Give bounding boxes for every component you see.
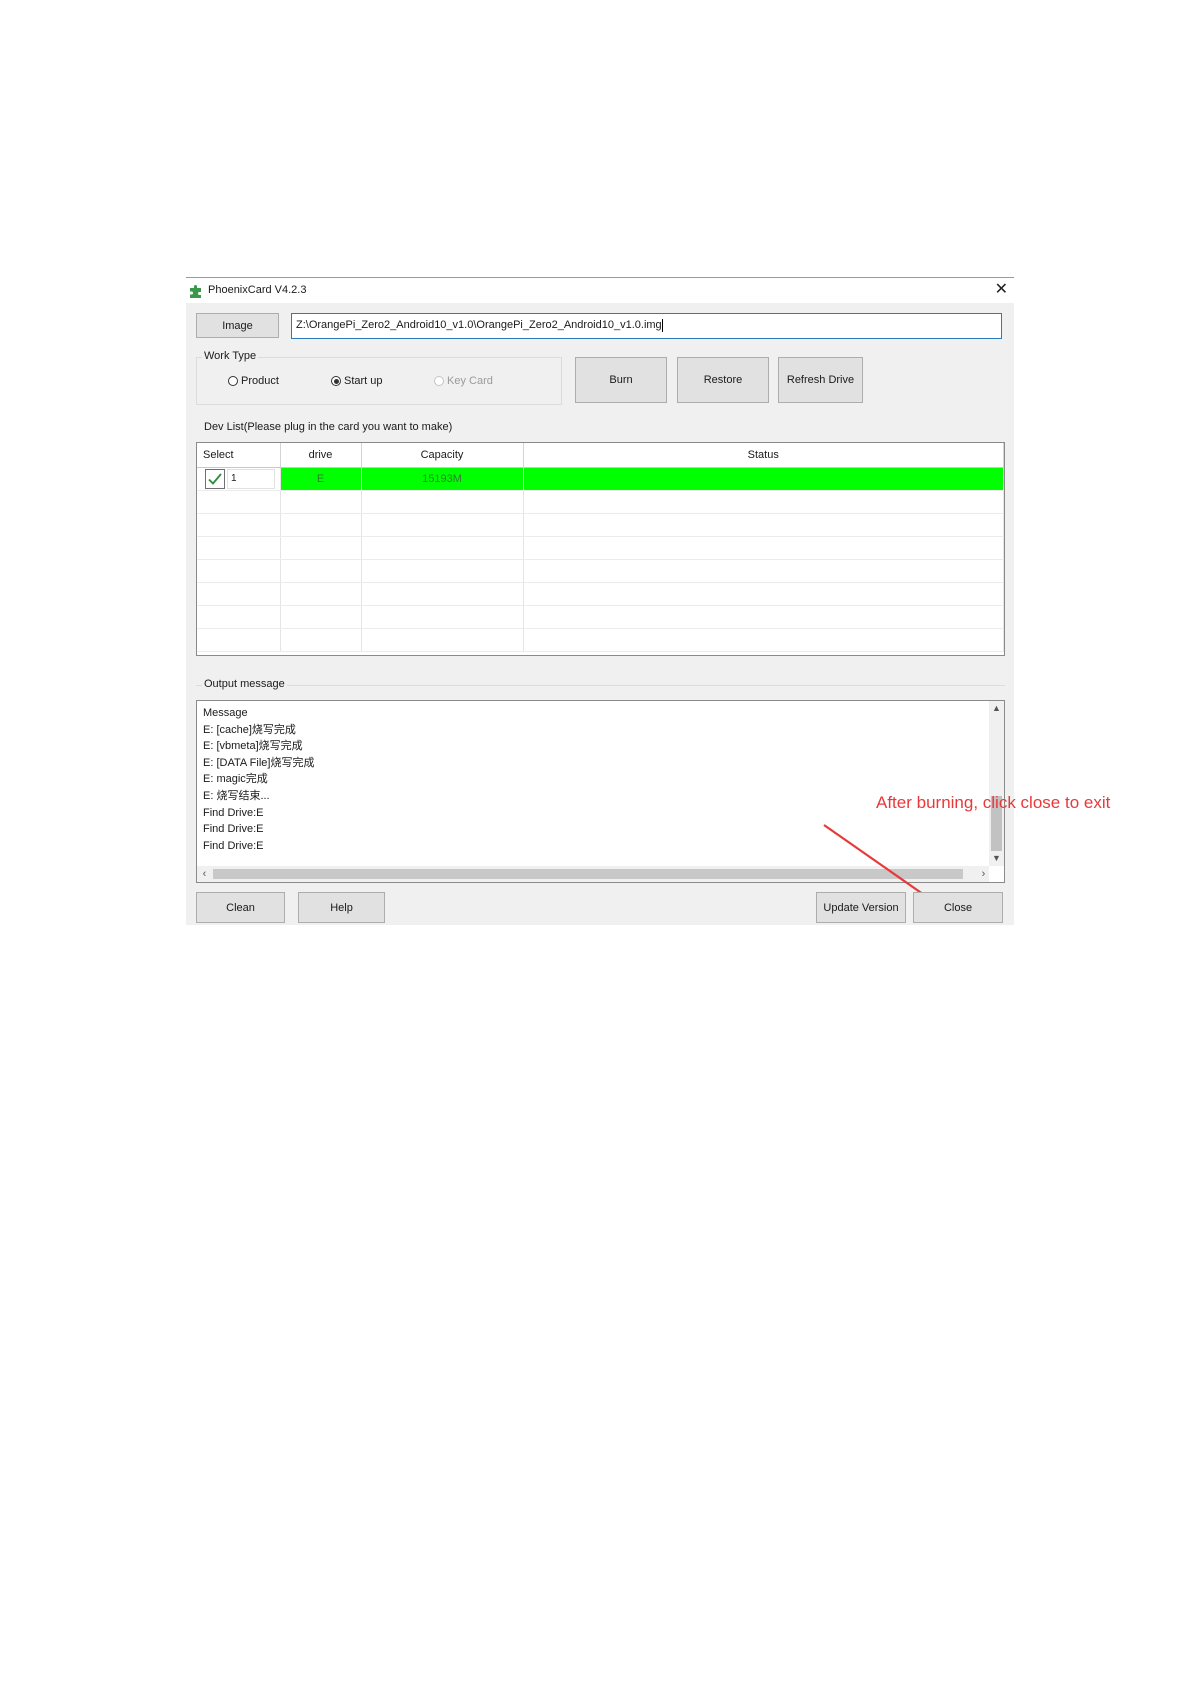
column-header-select[interactable]: Select <box>197 443 281 468</box>
table-row-empty <box>197 513 1004 537</box>
output-line: Find Drive:E <box>203 839 264 852</box>
title-bar: PhoenixCard V4.2.3 ✕ <box>186 278 1014 303</box>
scroll-right-icon[interactable]: › <box>976 866 991 882</box>
table-row-empty <box>197 490 1004 514</box>
radio-start-up-label: Start up <box>344 375 383 387</box>
text-caret <box>661 318 663 332</box>
table-row[interactable]: 1 E 15193M <box>197 467 1004 491</box>
capacity-cell: 15193M <box>361 467 524 491</box>
radio-start-up-indicator <box>331 376 341 386</box>
output-group-line <box>196 685 1005 686</box>
annotation-text: After burning, click close to exit <box>876 793 1111 812</box>
restore-button[interactable]: Restore <box>677 357 769 403</box>
scroll-up-icon[interactable]: ▲ <box>989 701 1004 716</box>
window-title: PhoenixCard V4.2.3 <box>208 284 307 296</box>
close-button[interactable]: Close <box>913 892 1003 923</box>
table-row-empty <box>197 559 1004 583</box>
radio-key-card-indicator <box>434 376 444 386</box>
dev-list-label: Dev List(Please plug in the card you wan… <box>202 421 455 433</box>
table-header-row: Select drive Capacity Status <box>197 443 1004 468</box>
column-header-status[interactable]: Status <box>523 443 1004 468</box>
horizontal-scrollbar[interactable]: ‹ › <box>197 866 989 882</box>
output-line: E: [DATA File]烧写完成 <box>203 756 315 769</box>
puzzle-piece-icon <box>190 285 201 298</box>
table-row-empty <box>197 536 1004 560</box>
output-line: E: [vbmeta]烧写完成 <box>203 740 303 753</box>
radio-product-label: Product <box>241 375 279 387</box>
phoenixcard-window: PhoenixCard V4.2.3 ✕ Image Z:\OrangePi_Z… <box>186 277 1110 925</box>
select-cell[interactable]: 1 <box>197 467 281 491</box>
vertical-scrollbar[interactable]: ▲ ▼ <box>989 701 1004 866</box>
output-line: Message <box>203 707 248 719</box>
window-close-icon[interactable]: ✕ <box>995 278 1008 302</box>
help-button[interactable]: Help <box>298 892 385 923</box>
radio-key-card[interactable]: Key Card <box>434 375 493 387</box>
clean-button[interactable]: Clean <box>196 892 285 923</box>
update-version-button[interactable]: Update Version <box>816 892 906 923</box>
horizontal-scroll-thumb[interactable] <box>213 869 963 879</box>
output-message-label: Output message <box>202 678 287 690</box>
status-cell <box>523 467 1004 491</box>
output-line: Find Drive:E <box>203 823 264 836</box>
output-lines: Message E: [cache]烧写完成 E: [vbmeta]烧写完成 E… <box>203 705 314 854</box>
column-header-capacity[interactable]: Capacity <box>361 443 524 468</box>
table-row-empty <box>197 605 1004 629</box>
scroll-down-icon[interactable]: ▼ <box>989 851 1004 866</box>
radio-start-up[interactable]: Start up <box>331 375 383 387</box>
scroll-left-icon[interactable]: ‹ <box>197 866 212 882</box>
burn-button[interactable]: Burn <box>575 357 667 403</box>
select-checkbox[interactable] <box>205 469 225 489</box>
radio-key-card-label: Key Card <box>447 375 493 387</box>
output-line: E: [cache]烧写完成 <box>203 723 296 736</box>
output-message-box[interactable]: Message E: [cache]烧写完成 E: [vbmeta]烧写完成 E… <box>196 700 1005 883</box>
checkmark-icon <box>208 473 222 485</box>
device-list-table: Select drive Capacity Status 1 E 15193M <box>196 442 1005 656</box>
table-row-empty <box>197 628 1004 652</box>
image-button[interactable]: Image <box>196 313 279 338</box>
output-line: Find Drive:E <box>203 806 264 819</box>
radio-product-indicator <box>228 376 238 386</box>
select-index: 1 <box>227 469 275 489</box>
table-row-empty <box>197 582 1004 606</box>
drive-cell: E <box>280 467 362 491</box>
output-line: E: magic完成 <box>203 773 268 786</box>
image-path-text: Z:\OrangePi_Zero2_Android10_v1.0\OrangeP… <box>296 319 662 331</box>
refresh-drive-button[interactable]: Refresh Drive <box>778 357 863 403</box>
work-type-label: Work Type <box>202 350 259 362</box>
column-header-drive[interactable]: drive <box>280 443 362 468</box>
radio-product[interactable]: Product <box>228 375 279 387</box>
output-line: E: 烧写结束... <box>203 789 270 802</box>
image-path-input[interactable]: Z:\OrangePi_Zero2_Android10_v1.0\OrangeP… <box>291 313 1002 339</box>
